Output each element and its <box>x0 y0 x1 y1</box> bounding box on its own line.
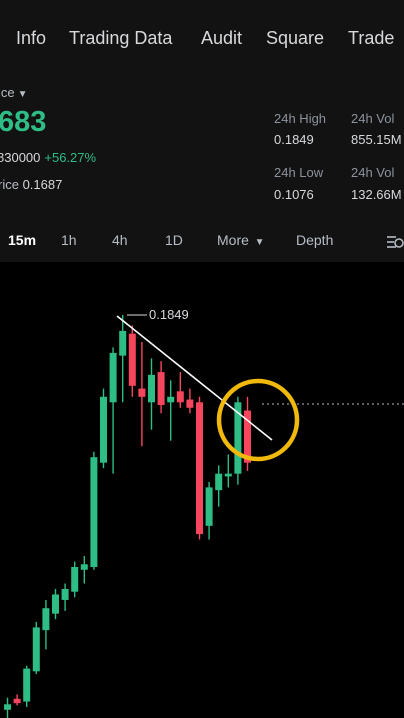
candle-up <box>148 374 155 403</box>
candle-up <box>80 564 88 570</box>
stat-24h-high-value: 0.1849 <box>274 132 314 147</box>
tab-trade[interactable]: Trade <box>348 28 394 49</box>
stat-24h-quote-vol-value: 132.66M <box>351 187 402 202</box>
stat-24h-quote-vol-label: 24h Vol <box>351 165 395 180</box>
market-header: Info Trading Data Audit Square Trade ice… <box>0 0 404 262</box>
tab-trading-data[interactable]: Trading Data <box>69 28 172 49</box>
candle-down <box>13 698 21 704</box>
candle-up <box>23 668 31 702</box>
mark-price-value: 0.1687 <box>22 177 63 192</box>
tab-info[interactable]: Info <box>16 28 46 49</box>
high-annotation-label: 0.1849 <box>149 307 189 322</box>
candle-up <box>109 352 117 403</box>
chart-settings-icon[interactable] <box>386 233 404 251</box>
mark-price-label: rice <box>0 177 19 192</box>
converted-price: 830000 <box>0 150 41 165</box>
tab-square[interactable]: Square <box>266 28 324 49</box>
last-price: 683 <box>0 106 47 138</box>
candle-up <box>71 567 79 592</box>
price-change-percent: +56.27% <box>44 150 97 165</box>
candlestick-chart[interactable]: 0.1849 <box>0 262 404 718</box>
mark-price: rice 0.1687 <box>0 177 62 192</box>
candle-up <box>52 594 59 614</box>
trend-line-drawing[interactable] <box>116 315 273 441</box>
price-type-label: ice <box>0 85 15 100</box>
candle-down <box>196 402 203 535</box>
candle-up <box>224 473 232 477</box>
candle-up <box>100 396 107 463</box>
caret-down-icon: ▼ <box>251 237 265 248</box>
candle-up <box>90 457 98 568</box>
candle-up <box>167 396 175 403</box>
interval-more[interactable]: More ▼ <box>217 232 265 248</box>
interval-depth[interactable]: Depth <box>296 232 333 248</box>
stat-24h-vol-label: 24h Vol <box>351 111 395 126</box>
candle-down <box>157 372 165 406</box>
stat-24h-low-label: 24h Low <box>274 165 324 180</box>
candle-up <box>4 704 11 710</box>
price-type-selector[interactable]: ice▼ <box>0 85 28 100</box>
candle-up <box>205 487 213 526</box>
interval-1d[interactable]: 1D <box>165 232 183 248</box>
candle-up <box>119 330 127 356</box>
candle-down <box>176 391 184 403</box>
highlight-circle-annotation <box>216 378 300 462</box>
candle-down <box>138 388 146 397</box>
tab-audit[interactable]: Audit <box>201 28 242 49</box>
candle-up <box>32 627 40 672</box>
candle-up <box>42 608 50 631</box>
interval-more-label: More <box>217 232 249 248</box>
top-tab-bar: Info Trading Data Audit Square Trade <box>0 28 404 52</box>
interval-bar: 15m 1h 4h 1D More ▼ Depth <box>0 232 404 254</box>
price-conversion: 830000 +56.27% <box>0 150 96 165</box>
candle-down <box>128 333 136 386</box>
stat-24h-high-label: 24h High <box>274 111 327 126</box>
caret-down-icon: ▼ <box>17 89 28 100</box>
interval-1h[interactable]: 1h <box>61 232 77 248</box>
candle-down <box>186 399 194 408</box>
candles-group <box>4 315 251 718</box>
candle-up <box>61 588 69 600</box>
candle-up <box>215 473 223 491</box>
interval-4h[interactable]: 4h <box>112 232 128 248</box>
stat-24h-low-value: 0.1076 <box>274 187 314 202</box>
stat-24h-vol-value: 855.15M <box>351 132 402 147</box>
interval-15m[interactable]: 15m <box>8 232 36 248</box>
